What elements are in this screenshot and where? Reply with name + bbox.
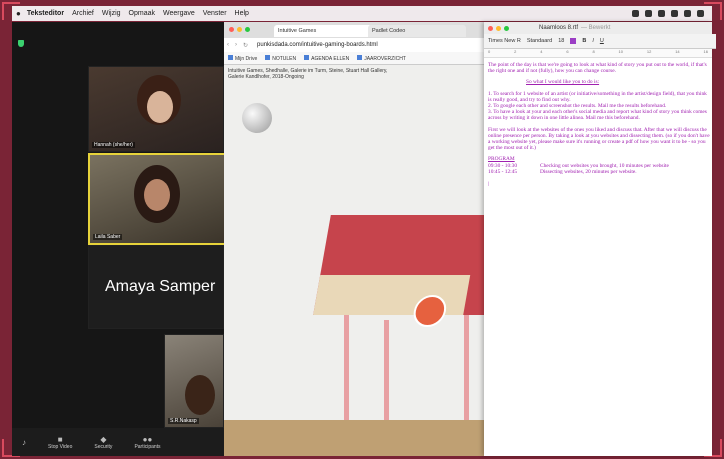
style-select[interactable]: Standaard — [527, 38, 552, 44]
participant-name: Hannah (she/her) — [92, 142, 135, 148]
security-button[interactable]: ◆ Security — [94, 435, 112, 450]
bookmark-label: Mijn Drive — [235, 55, 258, 62]
bookmarks-bar: Mijn Drive NOTULEN AGENDA ELLEN JAAROVER… — [224, 52, 496, 65]
artwork-caption: Intuitive Games, Shedhalle, Galerie im T… — [228, 68, 388, 80]
step-3: 3. To have a look at your and each other… — [488, 109, 707, 122]
participant-face — [147, 91, 173, 123]
menu-opmaak[interactable]: Opmaak — [129, 10, 155, 17]
program-time: 10:45 - 12:45 — [488, 168, 518, 175]
video-camera-icon: ■ — [57, 434, 63, 444]
format-bar: Times New R Standaard 18 B I U — [484, 34, 716, 49]
security-shield-icon — [18, 40, 24, 47]
participant-head — [185, 375, 215, 415]
page-content: Intuitive Games, Shedhalle, Galerie im T… — [224, 65, 492, 456]
tab-label: Padlet Codeo — [372, 28, 406, 34]
video-tile[interactable]: Hannah (she/her) — [88, 66, 224, 152]
participants-label: Participants — [134, 443, 161, 450]
table-leg — [344, 315, 349, 425]
font-select[interactable]: Times New R — [488, 38, 521, 44]
address-bar[interactable]: ‹ › ↻ punkisdada.com/intuitive-gaming-bo… — [224, 38, 492, 52]
video-tile[interactable]: Amaya Samper — [88, 245, 224, 329]
text-cursor: | — [488, 181, 490, 188]
back-icon[interactable]: ‹ — [227, 42, 229, 48]
apple-icon[interactable]: ● — [16, 9, 21, 18]
task-heading: So what I would like you to do is: — [526, 79, 600, 86]
after-paragraph: First we will look at the websites of th… — [488, 126, 710, 152]
bookmark-item[interactable]: AGENDA ELLEN — [304, 54, 350, 62]
tab-strip: Intuitive Games Padlet Codeo — [224, 22, 492, 38]
window-controls[interactable] — [488, 25, 509, 31]
participant-face — [144, 179, 170, 211]
bookmark-label: AGENDA ELLEN — [311, 55, 350, 62]
doc-icon — [304, 54, 310, 60]
search-icon[interactable] — [697, 10, 704, 17]
tab-padlet[interactable]: Padlet Codeo — [368, 25, 466, 37]
font-size-select[interactable]: 18 — [558, 38, 564, 44]
video-tile-active[interactable]: Laila Saber — [88, 153, 226, 245]
browser-window: Intuitive Games Padlet Codeo ‹ › ↻ punki… — [224, 22, 496, 456]
status-icon[interactable] — [671, 10, 678, 17]
tab-intuitive-games[interactable]: Intuitive Games — [274, 25, 372, 37]
program-text: Dissecting websites, 20 minutes per webs… — [540, 168, 637, 175]
silver-sphere-image — [242, 103, 272, 133]
drive-icon — [265, 54, 271, 60]
participant-name-large: Amaya Samper — [105, 278, 216, 295]
stop-video-button[interactable]: ■ Stop Video — [48, 435, 72, 450]
zoom-toolbar: ♪ ■ Stop Video ◆ Security ●● Participants — [12, 428, 224, 456]
video-tile[interactable]: S.R.Nakasp — [164, 334, 224, 428]
url-text[interactable]: punkisdada.com/intuitive-gaming-boards.h… — [257, 42, 378, 48]
participants-button[interactable]: ●● Participants — [134, 435, 160, 450]
text-color-swatch[interactable] — [570, 38, 577, 44]
bookmark-item[interactable]: NOTULEN — [265, 54, 297, 62]
table-leg — [464, 315, 469, 425]
underline-button[interactable]: U — [600, 38, 604, 44]
drive-icon — [228, 54, 233, 60]
document-title: Naamloos 8.rtf — [539, 25, 579, 31]
bookmark-label: JAAROVERZICHT — [364, 55, 406, 62]
participant-name: Laila Saber — [93, 234, 123, 240]
status-icon[interactable] — [658, 10, 665, 17]
people-icon: ●● — [142, 434, 153, 444]
bookmark-item[interactable]: JAAROVERZICHT — [357, 54, 406, 62]
document-status: — Bewerkt — [581, 25, 611, 31]
italic-button[interactable]: I — [592, 38, 594, 44]
step-1: 1. To search for 1 website of an artist … — [488, 90, 707, 103]
tab-label: Intuitive Games — [278, 28, 317, 34]
intro-paragraph: The point of the day is that we're going… — [488, 62, 707, 75]
menu-archief[interactable]: Archief — [72, 10, 94, 17]
status-icon[interactable] — [645, 10, 652, 17]
textedit-window: Naamloos 8.rtf — Bewerkt Times New R Sta… — [484, 22, 716, 456]
status-icon[interactable] — [632, 10, 639, 17]
doc-icon — [357, 54, 363, 60]
menu-help[interactable]: Help — [235, 10, 249, 17]
shield-icon: ◆ — [100, 434, 107, 444]
floor — [224, 420, 492, 456]
stop-video-label: Stop Video — [48, 443, 73, 450]
game-table-image — [313, 215, 492, 327]
bookmark-label: NOTULEN — [272, 55, 297, 62]
microphone-icon: ♪ — [22, 437, 26, 447]
menu-venster[interactable]: Venster — [203, 10, 227, 17]
reload-icon[interactable]: ↻ — [243, 42, 248, 49]
document-body[interactable]: The point of the day is that we're going… — [488, 62, 710, 192]
wifi-icon[interactable] — [684, 10, 691, 17]
table-leg — [384, 320, 389, 425]
mute-button[interactable]: ♪ — [22, 438, 26, 447]
menu-wijzig[interactable]: Wijzig — [102, 10, 121, 17]
menu-app[interactable]: Teksteditor — [27, 10, 64, 17]
bold-button[interactable]: B — [582, 38, 586, 44]
participant-name: S.R.Nakasp — [168, 418, 199, 424]
menu-weergave[interactable]: Weergave — [163, 10, 195, 17]
mac-menubar: ● Teksteditor Archief Wijzig Opmaak Weer… — [12, 6, 712, 21]
program-row: 10:45 - 12:45 Dissecting websites, 20 min… — [488, 169, 710, 175]
textedit-titlebar: Naamloos 8.rtf — Bewerkt — [484, 22, 712, 34]
security-label: Security — [94, 443, 113, 450]
bookmark-item[interactable]: Mijn Drive — [228, 54, 258, 62]
table-side — [313, 275, 471, 315]
forward-icon[interactable]: › — [235, 42, 237, 48]
zoom-window: Hannah (she/her) Laila Saber Amaya Sampe… — [12, 22, 226, 456]
window-controls[interactable] — [229, 27, 250, 32]
ruler[interactable]: 0 2 4 6 8 10 12 14 16 — [484, 49, 712, 58]
